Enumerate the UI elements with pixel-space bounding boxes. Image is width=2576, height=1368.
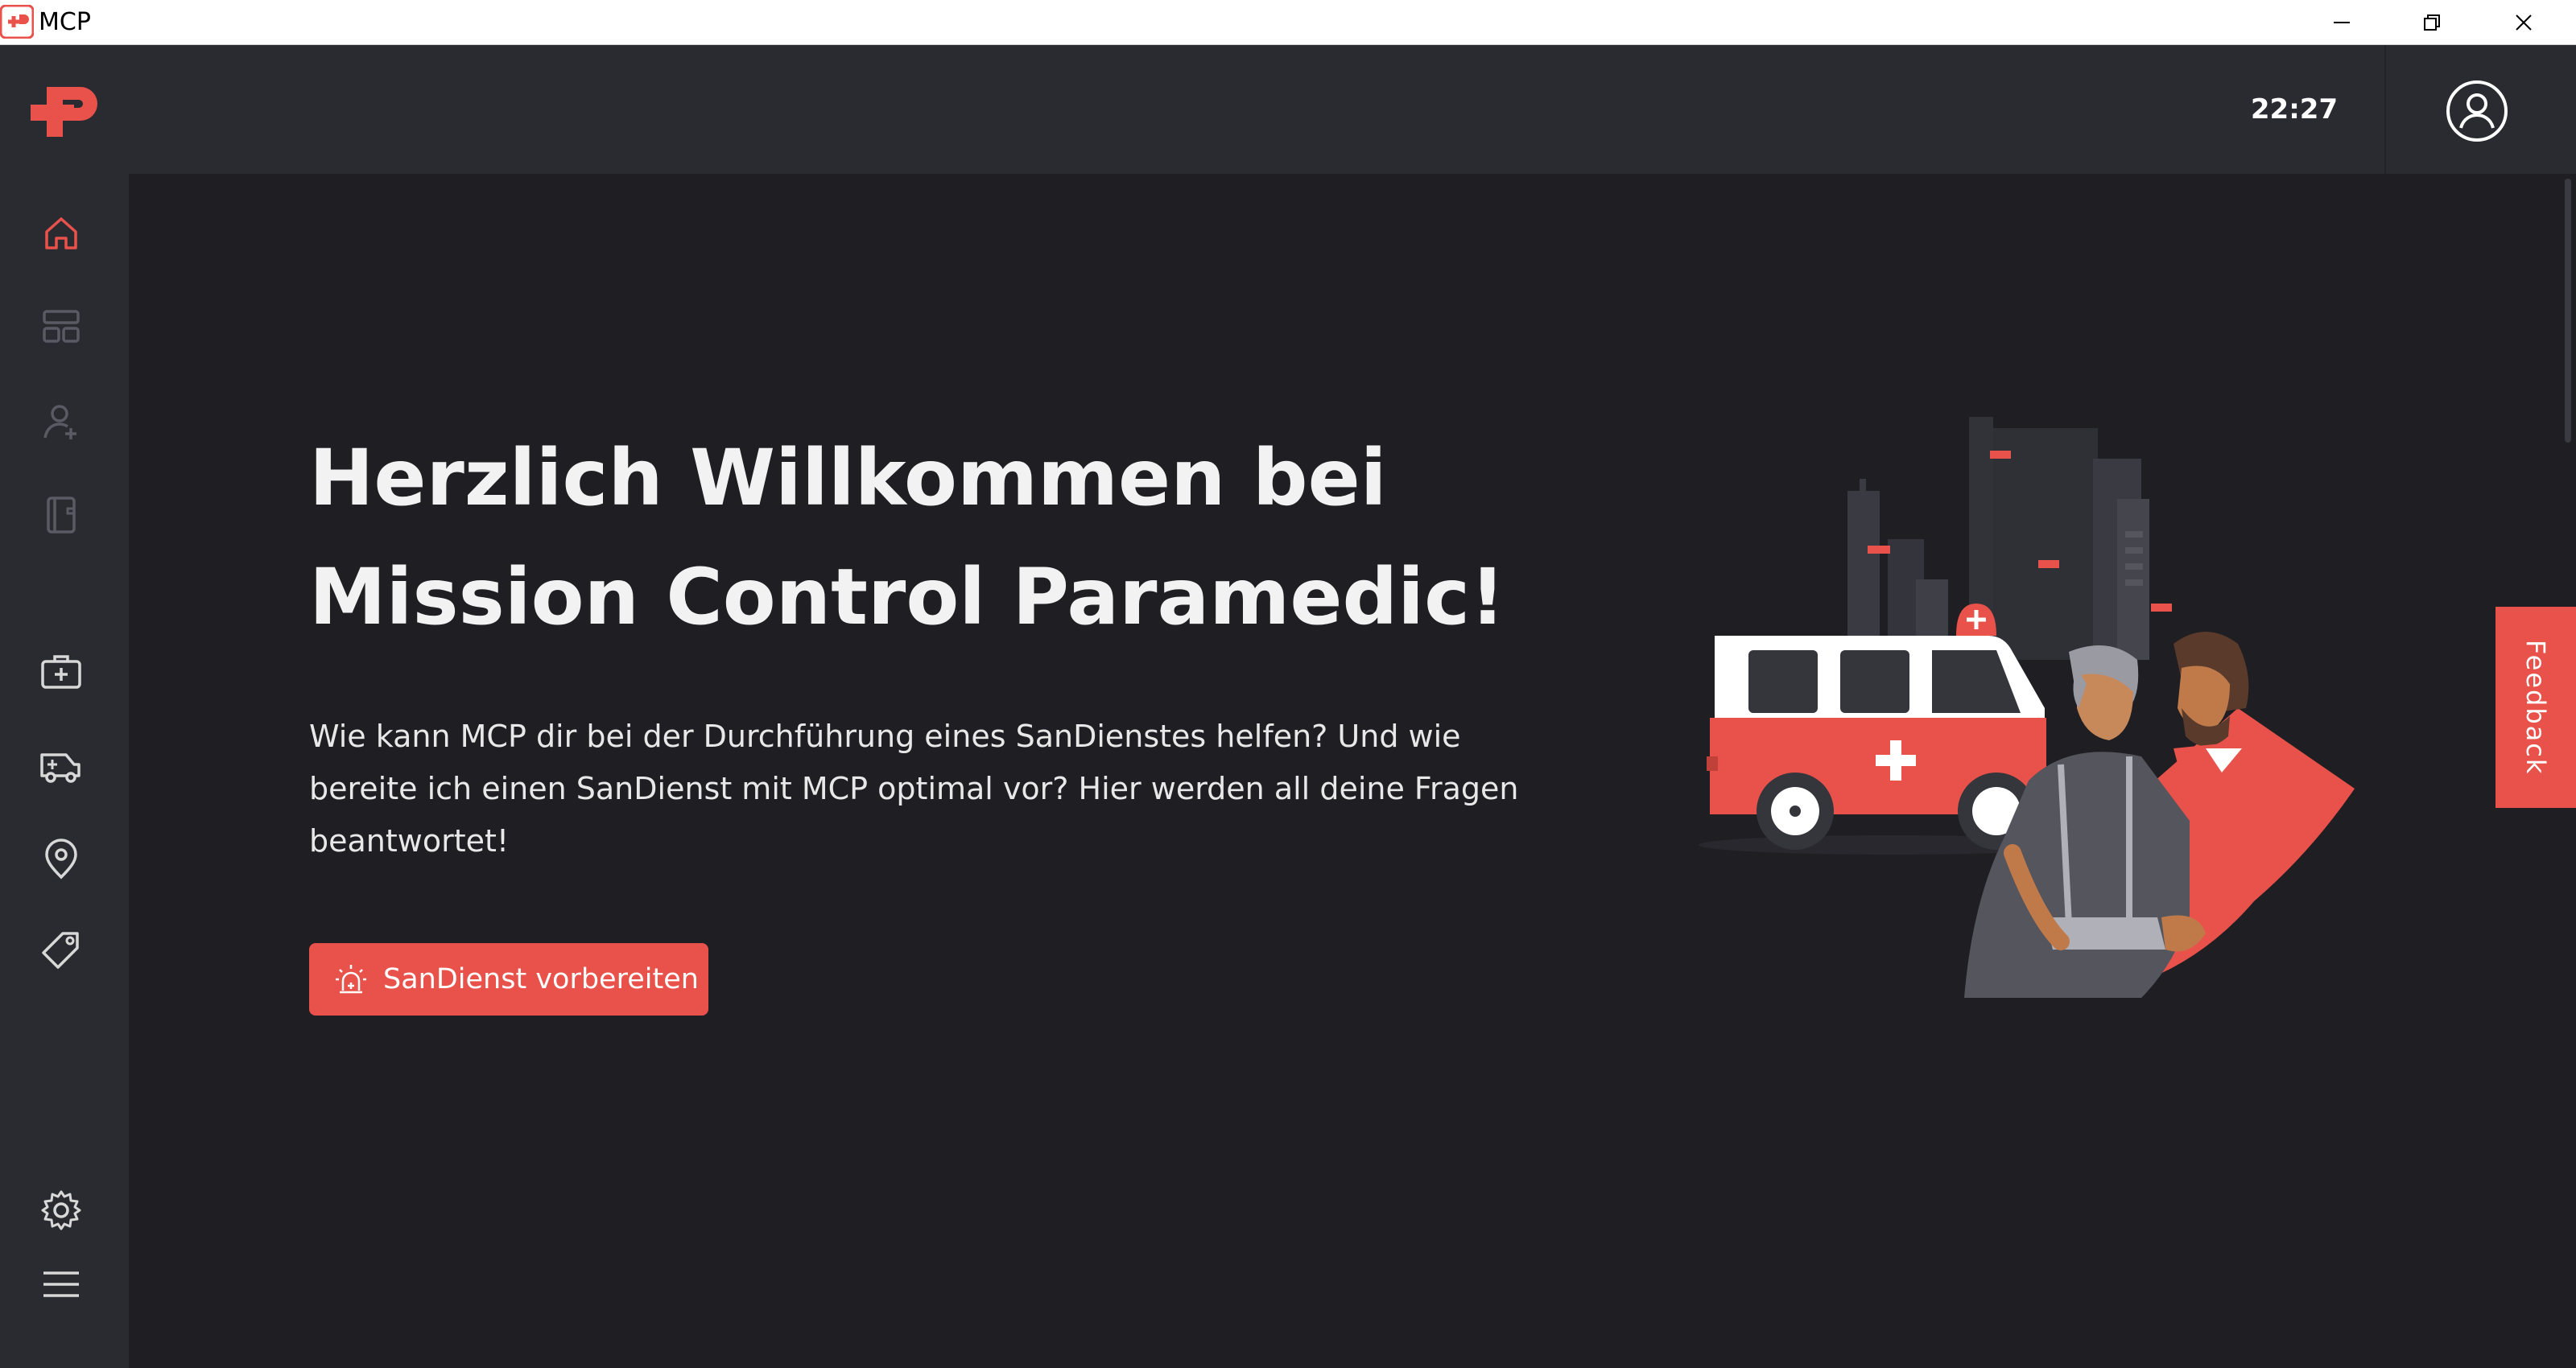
intro-text: Wie kann MCP dir bei der Durchführung ei… [309, 719, 1519, 859]
app-icon [0, 5, 34, 39]
app-header: 22:27 [0, 45, 2576, 174]
restore-icon [2424, 14, 2440, 31]
menu-icon [43, 1271, 79, 1297]
minimize-icon [2334, 22, 2350, 23]
tag-icon [42, 932, 79, 969]
sidebar-item-home[interactable] [24, 196, 98, 270]
prepare-sandienst-label: SanDienst vorbereiten [383, 963, 699, 995]
close-button[interactable] [2479, 0, 2568, 45]
window-title: MCP [39, 8, 91, 36]
ambulance-graphic [1707, 604, 2046, 850]
dashboard-icon [43, 310, 80, 343]
sidebar-item-settings[interactable] [24, 1173, 98, 1247]
sidebar-item-location[interactable] [24, 822, 98, 896]
settings-icon [41, 1190, 81, 1230]
page-title: Herzlich Willkommen bei Mission Control … [309, 418, 1517, 657]
ambulance-illustration [1699, 417, 2355, 998]
header-divider [2384, 45, 2386, 174]
add-user-icon [43, 405, 76, 439]
restore-button[interactable] [2388, 0, 2476, 45]
prepare-sandienst-button[interactable]: SanDienst vorbereiten [309, 943, 708, 1016]
close-icon [2516, 14, 2532, 31]
sidebar-item-book[interactable] [24, 478, 98, 552]
sidebar-item-dashboard[interactable] [24, 290, 98, 364]
page-title-line-2: Mission Control Paramedic! [309, 552, 1505, 642]
minimize-button[interactable] [2297, 0, 2386, 45]
window-title-bar: MCP [0, 0, 2576, 45]
siren-icon [336, 965, 366, 994]
feedback-tab[interactable]: Feedback [2496, 607, 2576, 808]
scrollbar-thumb[interactable] [2565, 179, 2571, 443]
clock: 22:27 [2250, 93, 2339, 126]
book-icon [47, 497, 76, 534]
mcp-logo[interactable] [29, 84, 100, 140]
user-circle-icon[interactable] [2444, 78, 2510, 144]
home-icon [45, 217, 77, 249]
sidebar [0, 174, 129, 1368]
sidebar-item-ambulance[interactable] [24, 729, 98, 803]
sidebar-item-menu[interactable] [24, 1247, 98, 1321]
medical-kit-icon [41, 655, 81, 689]
page-title-line-1: Herzlich Willkommen bei [309, 433, 1387, 523]
location-pin-icon [45, 839, 77, 880]
city-skyline [1847, 417, 2172, 660]
sidebar-item-add-user[interactable] [24, 385, 98, 459]
sidebar-item-tag[interactable] [24, 914, 98, 988]
sidebar-item-medical-kit[interactable] [24, 634, 98, 708]
ambulance-icon [40, 753, 80, 783]
feedback-label: Feedback [2520, 639, 2551, 776]
